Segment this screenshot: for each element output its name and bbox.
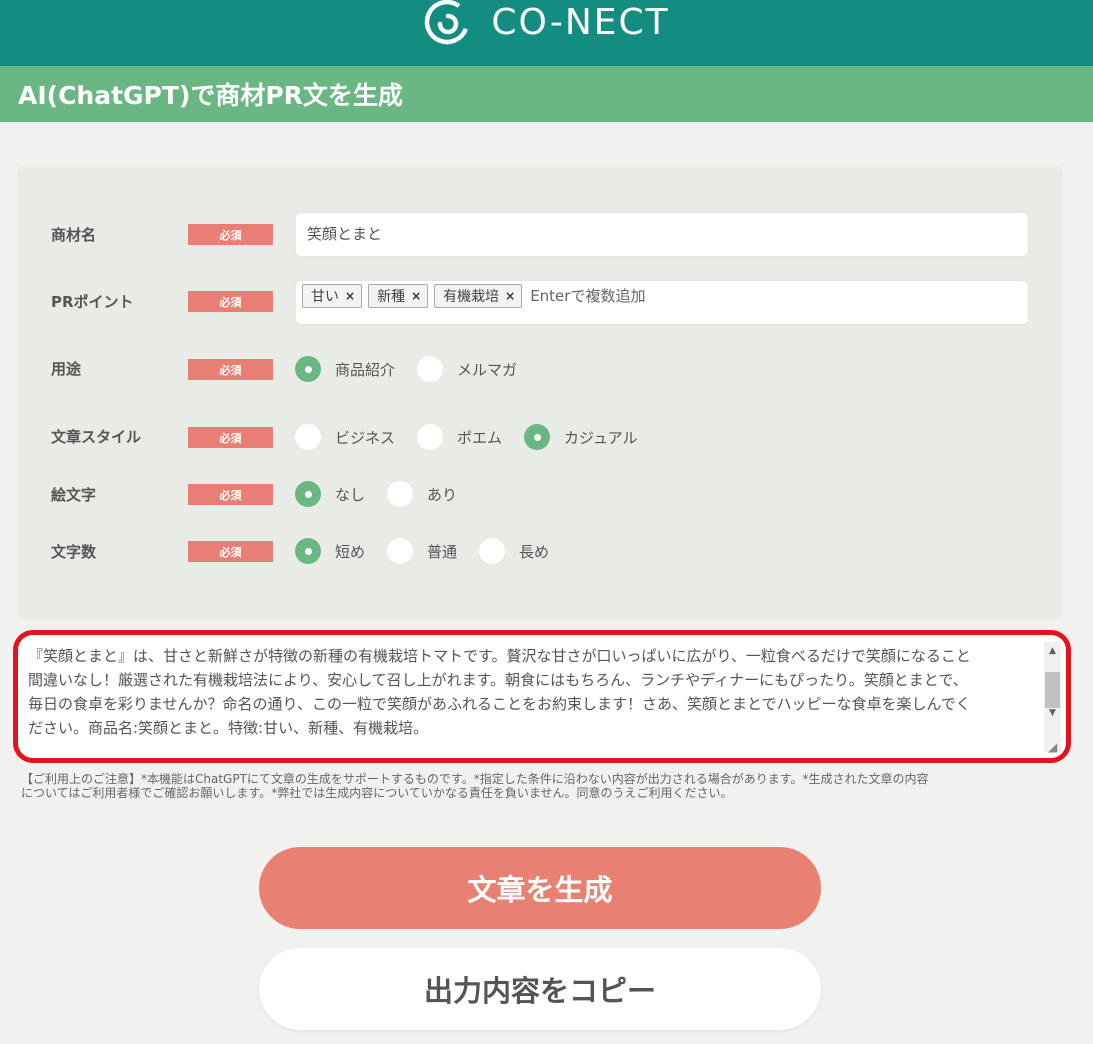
output-line: 『笑顔とまと』は、甘さと新鮮さが特徴の新種の有機栽培トマトです。贅沢な甘さが口い… [28, 647, 971, 665]
style-radio-group: ビジネス ポエム カジュアル [295, 424, 660, 450]
radio-label: あり [427, 485, 458, 504]
output-line: 間違いなし！厳選された有機栽培法により、安心して召し上がれます。朝食にはもちろん… [28, 671, 968, 689]
scroll-up-arrow-icon[interactable]: ▲ [1044, 642, 1061, 659]
usage-radio-group: 商品紹介 メルマガ [295, 356, 539, 382]
output-line: 毎日の食卓を彩りませんか？命名の通り、この一粒で笑顔があふれることをお約束します… [28, 695, 971, 713]
usage-notice: 【ご利用上のご注意】*本機能はChatGPTにて文章の生成をサポートするものです… [21, 772, 1061, 800]
radio-label: 商品紹介 [335, 360, 396, 379]
length-option-long[interactable]: 長め [479, 538, 549, 564]
usage-option-newsletter[interactable]: メルマガ [417, 356, 517, 382]
required-badge: 必須 [188, 484, 273, 505]
required-badge: 必須 [188, 541, 273, 562]
site-logo[interactable]: CO-NECT [423, 0, 669, 46]
style-label: 文章スタイル [51, 428, 142, 446]
page-title: AI(ChatGPT)で商材PR文を生成 [18, 81, 403, 110]
tag-chip: 新種 × [368, 284, 429, 308]
radio-label: 普通 [427, 542, 458, 561]
style-option-business[interactable]: ビジネス [295, 424, 395, 450]
radio-checked-icon[interactable] [524, 424, 551, 450]
emoji-option-none[interactable]: なし [295, 481, 365, 507]
length-radio-group: 短め 普通 長め [295, 538, 571, 564]
scroll-thumb[interactable] [1045, 672, 1060, 708]
radio-checked-icon[interactable] [295, 356, 321, 382]
radio-label: ポエム [457, 428, 503, 447]
generate-button[interactable]: 文章を生成 [259, 847, 821, 929]
notice-line: 【ご利用上のご注意】*本機能はChatGPTにて文章の生成をサポートするものです… [21, 772, 929, 786]
tag-label: 甘い [311, 289, 339, 305]
output-textarea[interactable]: 『笑顔とまと』は、甘さと新鮮さが特徴の新種の有機栽培トマトです。贅沢な甘さが口い… [13, 630, 1071, 763]
length-option-normal[interactable]: 普通 [387, 538, 457, 564]
remove-tag-icon[interactable]: × [345, 289, 355, 303]
site-header: CO-NECT [0, 0, 1093, 66]
radio-label: なし [335, 485, 366, 504]
tag-chip: 有機栽培 × [434, 284, 523, 308]
required-badge: 必須 [188, 224, 273, 245]
output-line: ださい。商品名:笑顔とまと。特徴:甘い、新種、有機栽培。 [28, 719, 429, 737]
resize-grip-icon[interactable]: ◢ [1048, 740, 1062, 754]
title-bar: AI(ChatGPT)で商材PR文を生成 [0, 66, 1093, 122]
tags-placeholder[interactable]: Enterで複数追加 [530, 284, 645, 308]
conect-logo-icon [425, 0, 470, 45]
pr-points-input[interactable]: 甘い × 新種 × 有機栽培 × Enterで複数追加 [295, 280, 1029, 325]
tag-label: 有機栽培 [443, 289, 500, 305]
emoji-radio-group: なし あり [295, 481, 479, 507]
radio-label: カジュアル [564, 428, 638, 447]
copy-output-button[interactable]: 出力内容をコピー [259, 948, 821, 1030]
radio-checked-icon[interactable] [295, 538, 321, 564]
remove-tag-icon[interactable]: × [411, 289, 421, 303]
usage-label: 用途 [51, 360, 82, 378]
product-name-label: 商材名 [51, 226, 97, 244]
style-option-casual[interactable]: カジュアル [524, 424, 638, 450]
form-panel: 商材名 必須 笑顔とまと PRポイント 必須 甘い × 新種 × 有機栽培 × … [17, 167, 1063, 619]
radio-unchecked-icon[interactable] [479, 538, 506, 564]
radio-unchecked-icon[interactable] [295, 424, 321, 450]
notice-line: についてはご利用者様でご確認お願いします。*弊社では生成内容についていかなる責任… [21, 786, 733, 800]
logo-text: CO-NECT [491, 1, 670, 43]
required-badge: 必須 [188, 427, 273, 448]
radio-unchecked-icon[interactable] [387, 481, 414, 507]
pr-points-label: PRポイント [51, 293, 134, 311]
tag-chip: 甘い × [302, 284, 363, 308]
tag-label: 新種 [377, 289, 406, 305]
length-option-short[interactable]: 短め [295, 538, 365, 564]
radio-unchecked-icon[interactable] [417, 424, 444, 450]
radio-unchecked-icon[interactable] [387, 538, 414, 564]
radio-label: メルマガ [457, 360, 518, 379]
radio-label: 長め [519, 542, 550, 561]
remove-tag-icon[interactable]: × [505, 289, 515, 303]
required-badge: 必須 [188, 291, 273, 312]
scroll-down-arrow-icon[interactable]: ▼ [1044, 704, 1061, 721]
radio-label: 短め [335, 542, 366, 561]
usage-option-product[interactable]: 商品紹介 [295, 356, 395, 382]
product-name-input[interactable]: 笑顔とまと [295, 212, 1029, 257]
output-text[interactable]: 『笑顔とまと』は、甘さと新鮮さが特徴の新種の有機栽培トマトです。贅沢な甘さが口い… [28, 644, 1028, 740]
emoji-label: 絵文字 [51, 486, 97, 504]
radio-label: ビジネス [335, 428, 396, 447]
radio-unchecked-icon[interactable] [417, 356, 444, 382]
emoji-option-with[interactable]: あり [387, 481, 457, 507]
required-badge: 必須 [188, 359, 273, 380]
radio-checked-icon[interactable] [295, 481, 321, 507]
output-scrollbar[interactable]: ▲ ▼ [1044, 642, 1061, 752]
style-option-poem[interactable]: ポエム [417, 424, 502, 450]
length-label: 文字数 [51, 543, 97, 561]
